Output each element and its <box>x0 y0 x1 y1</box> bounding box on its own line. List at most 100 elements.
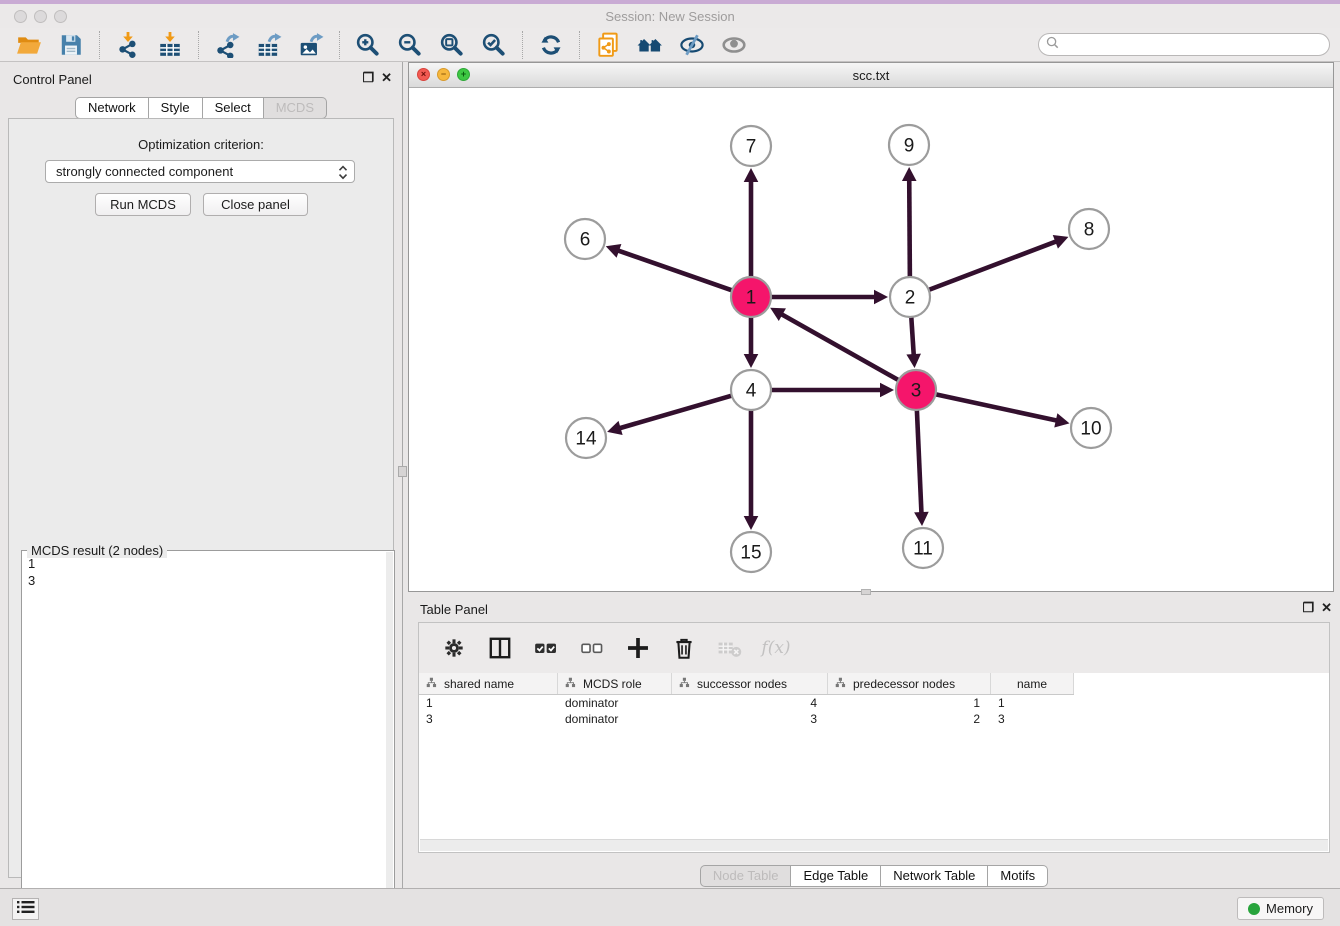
select-all-rows-icon[interactable] <box>529 633 563 663</box>
export-network-icon[interactable] <box>210 30 244 60</box>
tab-edge-table[interactable]: Edge Table <box>791 865 881 887</box>
column-tree-icon <box>426 677 437 691</box>
export-image-icon[interactable] <box>294 30 328 60</box>
column-header-name[interactable]: name <box>991 673 1074 694</box>
zoom-out-icon[interactable] <box>393 30 427 60</box>
table-horizontal-scrollbar[interactable] <box>420 839 1328 851</box>
column-label: predecessor nodes <box>853 677 955 691</box>
optimization-criterion-label: Optimization criterion: <box>9 137 393 152</box>
graph-node-label: 11 <box>913 539 933 560</box>
tab-style[interactable]: Style <box>149 97 203 119</box>
graph-edge-3-11[interactable] <box>917 408 922 514</box>
column-header-shared-name[interactable]: shared name <box>419 673 558 694</box>
zoom-selected-icon[interactable] <box>477 30 511 60</box>
mcds-result-text[interactable]: 1 3 <box>22 553 385 926</box>
table-settings-gear-icon[interactable] <box>437 633 471 663</box>
run-mcds-button[interactable]: Run MCDS <box>95 193 191 216</box>
network-window-title: scc.txt <box>409 68 1333 83</box>
table-body: 1dominator4113dominator323 <box>419 695 1074 727</box>
save-icon[interactable] <box>54 30 88 60</box>
result-scrollbar[interactable] <box>386 552 393 926</box>
list-icon <box>17 900 35 919</box>
close-panel-button[interactable]: Close panel <box>203 193 308 216</box>
optimization-criterion-select[interactable]: strongly connected component <box>45 160 355 183</box>
edge-arrowhead <box>744 354 759 368</box>
column-header-successor-nodes[interactable]: successor nodes <box>672 673 828 694</box>
tab-motifs[interactable]: Motifs <box>988 865 1048 887</box>
panel-splitter-handle[interactable] <box>398 466 407 477</box>
share-document-icon[interactable] <box>591 30 625 60</box>
export-table-icon[interactable] <box>252 30 286 60</box>
tab-node-table[interactable]: Node Table <box>700 865 792 887</box>
mcds-tab-content: Optimization criterion: strongly connect… <box>8 118 394 878</box>
graph-edge-1-6[interactable] <box>617 250 734 291</box>
zoom-in-icon[interactable] <box>351 30 385 60</box>
edge-arrowhead <box>1054 413 1069 427</box>
tab-network[interactable]: Network <box>75 97 149 119</box>
task-history-button[interactable] <box>12 898 39 920</box>
table-cell[interactable]: 4 <box>672 695 828 711</box>
table-cell[interactable]: 1 <box>419 695 558 711</box>
homes-icon[interactable] <box>633 30 667 60</box>
hide-panel-icon[interactable] <box>675 30 709 60</box>
close-panel-icon[interactable]: ✕ <box>1321 600 1332 616</box>
graph-node-label: 8 <box>1084 220 1095 241</box>
column-header-predecessor-nodes[interactable]: predecessor nodes <box>828 673 991 694</box>
float-panel-icon[interactable]: ❐ <box>362 70 374 86</box>
table-panel-title: Table Panel <box>420 602 488 617</box>
graph-node-label: 6 <box>580 230 591 251</box>
graph-edge-2-9[interactable] <box>909 179 910 279</box>
show-panel-icon[interactable] <box>717 30 751 60</box>
graph-edge-3-1[interactable] <box>781 314 901 381</box>
graph-node-label: 4 <box>746 381 757 402</box>
tab-network-table[interactable]: Network Table <box>881 865 988 887</box>
table-panel-tabs: Node TableEdge TableNetwork TableMotifs <box>408 865 1340 887</box>
open-folder-icon[interactable] <box>12 30 46 60</box>
main-titlebar: Session: New Session <box>0 4 1340 28</box>
mcds-result-groupbox: MCDS result (2 nodes) 1 3 <box>21 550 395 926</box>
zoom-fit-icon[interactable] <box>435 30 469 60</box>
graph-edge-2-8[interactable] <box>927 241 1057 291</box>
delete-table-icon <box>713 633 747 663</box>
graph-node-label: 3 <box>911 381 922 402</box>
table-cell[interactable]: 3 <box>419 711 558 727</box>
memory-button[interactable]: Memory <box>1237 897 1324 920</box>
table-cell[interactable]: 3 <box>991 711 1074 727</box>
tab-mcds[interactable]: MCDS <box>264 97 327 119</box>
selected-option: strongly connected component <box>56 164 233 179</box>
toolbar-separator <box>99 31 100 59</box>
refresh-layout-icon[interactable] <box>534 30 568 60</box>
table-cell[interactable]: 2 <box>828 711 991 727</box>
search-input[interactable] <box>1059 36 1329 54</box>
show-columns-icon[interactable] <box>483 633 517 663</box>
import-network-icon[interactable] <box>111 30 145 60</box>
table-row[interactable]: 3dominator323 <box>419 711 1074 727</box>
table-cell[interactable]: 1 <box>991 695 1074 711</box>
control-panel-title: Control Panel <box>13 72 92 87</box>
network-window-titlebar[interactable]: × − + scc.txt <box>409 63 1333 88</box>
import-table-icon[interactable] <box>153 30 187 60</box>
graph-node-label: 2 <box>905 288 916 309</box>
node-table-frame: f(x) shared nameMCDS rolesuccessor nodes… <box>418 622 1330 853</box>
add-column-icon[interactable] <box>621 633 655 663</box>
network-splitter-handle[interactable] <box>861 589 871 595</box>
graph-edge-4-14[interactable] <box>619 395 734 428</box>
graph-edge-2-3[interactable] <box>911 315 914 356</box>
table-row[interactable]: 1dominator411 <box>419 695 1074 711</box>
delete-column-icon[interactable] <box>667 633 701 663</box>
table-cell[interactable]: 1 <box>828 695 991 711</box>
column-header-MCDS-role[interactable]: MCDS role <box>558 673 672 694</box>
table-cell[interactable]: dominator <box>558 695 672 711</box>
edge-arrowhead <box>874 290 888 305</box>
column-label: name <box>1017 677 1047 691</box>
float-panel-icon[interactable]: ❐ <box>1302 600 1314 616</box>
tab-select[interactable]: Select <box>203 97 264 119</box>
network-canvas[interactable]: 7968124314101511 <box>409 88 1333 591</box>
table-cell[interactable]: 3 <box>672 711 828 727</box>
column-tree-icon <box>835 677 846 691</box>
graph-edge-3-10[interactable] <box>934 394 1058 421</box>
table-cell[interactable]: dominator <box>558 711 672 727</box>
deselect-all-rows-icon[interactable] <box>575 633 609 663</box>
close-panel-icon[interactable]: ✕ <box>381 70 392 86</box>
search-box[interactable] <box>1038 33 1330 56</box>
